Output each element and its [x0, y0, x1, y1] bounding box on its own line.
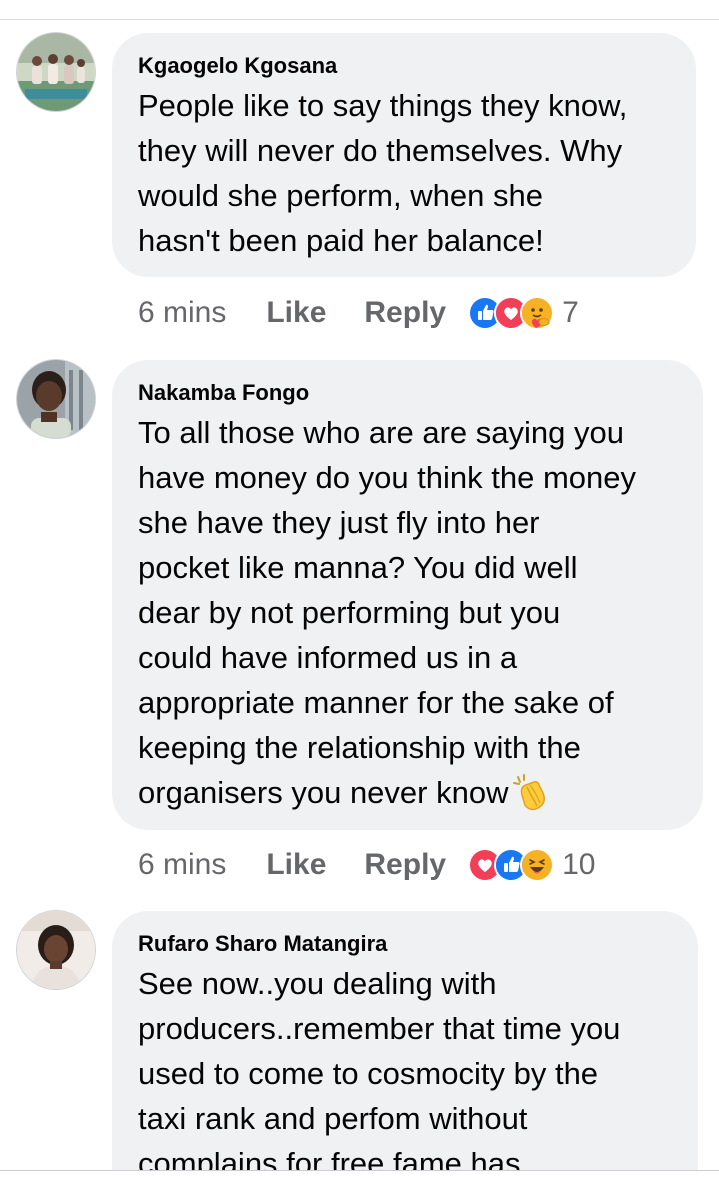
comment-text-line: pocket like manna? You did well [138, 550, 578, 585]
comment-bubble[interactable]: Rufaro Sharo Matangira See now..you deal… [112, 911, 698, 1170]
comment-bubble[interactable]: Kgaogelo Kgosana People like to say thin… [112, 33, 696, 277]
comment-text-line: would she perform, when she [138, 178, 543, 213]
comment-actions: 6 mins Like Reply [138, 845, 595, 885]
haha-reaction-icon [520, 848, 555, 882]
comment-timestamp[interactable]: 6 mins [138, 296, 226, 330]
comment-text-line: organisers you never know [138, 770, 677, 815]
avatar-photo-person [17, 360, 95, 438]
comment-text-line: See now..you dealing with [138, 966, 497, 1001]
reaction-count[interactable]: 10 [562, 848, 595, 882]
comment-text-line: appropriate manner for the sake of [138, 685, 614, 720]
avatar[interactable] [17, 360, 95, 438]
comment-text-line: dear by not performing but you [138, 595, 561, 630]
comments-list[interactable]: Kgaogelo Kgosana People like to say thin… [0, 0, 719, 1170]
reaction-summary[interactable] [468, 848, 555, 882]
reaction-count[interactable]: 7 [562, 296, 579, 330]
like-button[interactable]: Like [266, 296, 326, 330]
bottom-bar [0, 1170, 719, 1185]
comment-author[interactable]: Nakamba Fongo [138, 379, 677, 407]
comment-text-line-text: organisers you never know [138, 775, 509, 810]
comment-text: See now..you dealing with producers..rem… [138, 961, 672, 1170]
comment-text-line: To all those who are are saying you [138, 415, 624, 450]
comment-author[interactable]: Rufaro Sharo Matangira [138, 930, 672, 958]
comment-timestamp[interactable]: 6 mins [138, 848, 226, 882]
comment-text-line: complains for free fame has [138, 1146, 521, 1170]
comment-text-line: keeping the relationship with the [138, 730, 581, 765]
avatar[interactable] [17, 33, 95, 111]
comment-text-line: used to come to cosmocity by the [138, 1056, 599, 1091]
reply-button[interactable]: Reply [364, 296, 446, 330]
comments-page: Kgaogelo Kgosana People like to say thin… [0, 0, 719, 1185]
comment-actions: 6 mins Like Reply [138, 293, 579, 333]
comment-text-line: she have they just fly into her [138, 505, 540, 540]
comment-text-line: they will never do themselves. Why [138, 133, 623, 168]
avatar-photo-group [17, 33, 95, 111]
comment-text-line: could have informed us in a [138, 640, 518, 675]
avatar[interactable] [17, 911, 95, 989]
comment-text-line: hasn't been paid her balance! [138, 223, 544, 258]
comment-text-line: People like to say things they know, [138, 88, 628, 123]
comment-text-line: taxi rank and perfom without [138, 1101, 528, 1136]
comment-text-line: have money do you think the money [138, 460, 637, 495]
comment-text: To all those who are are saying you have… [138, 410, 677, 815]
avatar-photo-person [17, 911, 95, 989]
clapping-hands-emoji-icon [512, 773, 552, 813]
comment-bubble[interactable]: Nakamba Fongo To all those who are are s… [112, 360, 703, 830]
comment-text: People like to say things they know, the… [138, 83, 670, 263]
reaction-summary[interactable] [468, 296, 555, 330]
reply-button[interactable]: Reply [364, 848, 446, 882]
comment-author[interactable]: Kgaogelo Kgosana [138, 52, 670, 80]
comment-text-line: producers..remember that time you [138, 1011, 621, 1046]
care-reaction-icon [520, 296, 555, 330]
like-button[interactable]: Like [266, 848, 326, 882]
